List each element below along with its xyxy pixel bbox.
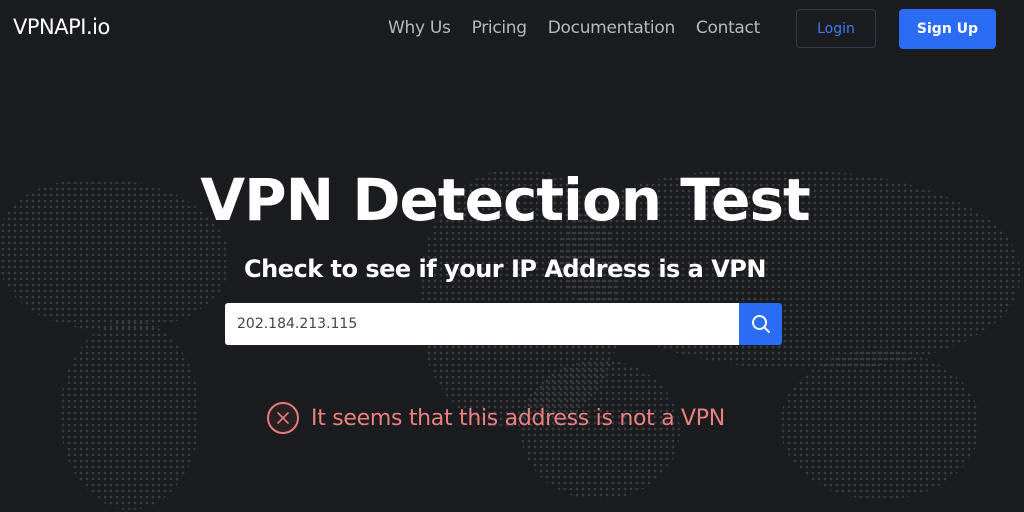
nav-link-documentation[interactable]: Documentation xyxy=(548,18,675,38)
nav-link-contact[interactable]: Contact xyxy=(696,18,760,38)
nav-link-why-us[interactable]: Why Us xyxy=(388,18,451,38)
nav-link-pricing[interactable]: Pricing xyxy=(472,18,528,38)
logo[interactable]: VPNAPI.io xyxy=(13,15,110,39)
page-title: VPN Detection Test xyxy=(200,166,810,234)
login-button[interactable]: Login xyxy=(796,9,876,48)
vpn-result: It seems that this address is not a VPN xyxy=(267,402,725,434)
ip-address-input[interactable] xyxy=(225,303,739,345)
result-message: It seems that this address is not a VPN xyxy=(311,405,725,431)
page-subtitle: Check to see if your IP Address is a VPN xyxy=(244,255,766,283)
nav-links: Why Us Pricing Documentation Contact xyxy=(388,18,760,38)
top-nav: VPNAPI.io Why Us Pricing Documentation C… xyxy=(0,0,1024,58)
search-icon xyxy=(751,315,770,333)
ip-search-form xyxy=(225,303,782,345)
search-button[interactable] xyxy=(739,303,782,345)
x-circle-icon xyxy=(267,402,299,434)
signup-button[interactable]: Sign Up xyxy=(899,9,996,49)
